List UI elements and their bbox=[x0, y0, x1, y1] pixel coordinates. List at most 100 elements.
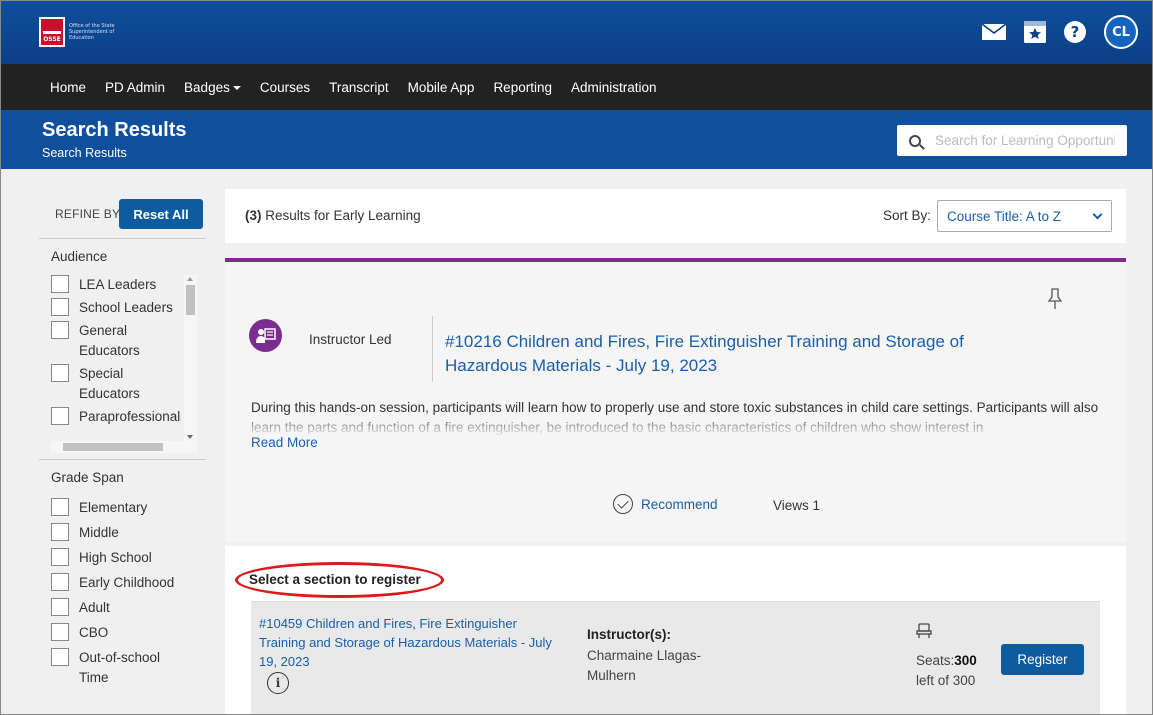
audience-checkbox[interactable] bbox=[51, 407, 69, 425]
grade-checkbox[interactable] bbox=[51, 598, 69, 616]
grade-span-facet-title: Grade Span bbox=[51, 470, 124, 485]
instructor-led-icon bbox=[249, 319, 282, 352]
logo-mark: OSSE bbox=[39, 17, 65, 47]
checkbox-label: Elementary bbox=[79, 500, 148, 515]
audience-checkbox[interactable] bbox=[51, 298, 69, 316]
checkbox-label: Paraprofessionals bbox=[79, 409, 181, 424]
sort-select[interactable]: Course Title: A to Z bbox=[937, 200, 1112, 232]
nav-reporting[interactable]: Reporting bbox=[493, 80, 552, 95]
audience-list: LEA Leaders School Leaders General Educa… bbox=[51, 275, 181, 445]
chevron-down-icon bbox=[1092, 209, 1103, 220]
scroll-thumb[interactable] bbox=[186, 285, 195, 315]
scroll-down-icon bbox=[187, 435, 193, 439]
checkbox-label: School Leaders bbox=[79, 300, 173, 315]
course-description: During this hands-on session, participan… bbox=[251, 398, 1111, 436]
calendar-star-icon[interactable] bbox=[1024, 21, 1046, 43]
register-button[interactable]: Register bbox=[1001, 644, 1084, 675]
checkbox-label: High School bbox=[79, 550, 152, 565]
top-icons: ? CL bbox=[981, 15, 1138, 49]
audience-facet-title: Audience bbox=[51, 249, 108, 264]
pin-icon[interactable] bbox=[1047, 288, 1063, 314]
nav-courses[interactable]: Courses bbox=[260, 80, 310, 95]
audience-checkbox[interactable] bbox=[51, 275, 69, 293]
checkbox-label: Adult bbox=[79, 600, 110, 615]
app-frame: OSSE Office of the State Superintendent … bbox=[0, 0, 1153, 715]
section-title-link[interactable]: #10459 Children and Fires, Fire Extingui… bbox=[259, 614, 559, 671]
search-box bbox=[897, 125, 1127, 156]
checkbox-label: Special Educators bbox=[79, 366, 140, 401]
checkbox-label: LEA Leaders bbox=[79, 277, 157, 292]
seats-prefix: Seats: bbox=[916, 653, 955, 668]
section-row: #10459 Children and Fires, Fire Extingui… bbox=[251, 601, 1100, 714]
recommend-button[interactable]: Recommend bbox=[613, 494, 718, 514]
refine-header: REFINE BY Reset All bbox=[39, 189, 206, 239]
refine-label: REFINE BY bbox=[55, 206, 121, 221]
results-query: Results for Early Learning bbox=[265, 208, 421, 223]
help-icon[interactable]: ? bbox=[1064, 21, 1086, 43]
grade-checkbox[interactable] bbox=[51, 548, 69, 566]
caret-down-icon bbox=[232, 85, 241, 90]
search-icon bbox=[909, 134, 921, 147]
nav-pd-admin[interactable]: PD Admin bbox=[105, 80, 165, 95]
osse-logo[interactable]: OSSE Office of the State Superintendent … bbox=[39, 17, 129, 47]
audience-checkbox[interactable] bbox=[51, 364, 69, 382]
grade-span-list: Elementary Middle High School Early Chil… bbox=[51, 496, 198, 688]
top-bar: OSSE Office of the State Superintendent … bbox=[1, 1, 1152, 64]
breadcrumb: Search Results bbox=[42, 146, 127, 160]
instructor-label: Instructor(s): bbox=[587, 627, 671, 642]
course-type-label: Instructor Led bbox=[309, 332, 392, 347]
page-title: Search Results bbox=[42, 119, 187, 141]
grade-checkbox[interactable] bbox=[51, 523, 69, 541]
audience-vertical-scrollbar[interactable] bbox=[184, 275, 197, 441]
audience-checkbox[interactable] bbox=[51, 321, 69, 339]
scroll-thumb[interactable] bbox=[63, 443, 163, 451]
recommend-label: Recommend bbox=[641, 496, 718, 512]
logo-abbr: OSSE bbox=[43, 36, 61, 43]
grade-checkbox[interactable] bbox=[51, 498, 69, 516]
grade-checkbox[interactable] bbox=[51, 648, 69, 666]
reset-all-button[interactable]: Reset All bbox=[119, 199, 203, 229]
divider bbox=[432, 316, 433, 382]
logo-org-text: Office of the State Superintendent of Ed… bbox=[69, 23, 115, 41]
nav-mobile-app[interactable]: Mobile App bbox=[408, 80, 475, 95]
audience-horizontal-scrollbar[interactable] bbox=[51, 441, 197, 453]
list-item: Elementary bbox=[51, 498, 198, 518]
list-item: Out-of-school Time bbox=[51, 648, 198, 688]
course-title-link[interactable]: #10216 Children and Fires, Fire Extingui… bbox=[445, 330, 1045, 378]
seats-count: 300 bbox=[954, 653, 977, 668]
seats-suffix: left of 300 bbox=[916, 673, 976, 688]
list-item: Early Childhood bbox=[51, 573, 198, 593]
scroll-up-icon bbox=[187, 277, 193, 281]
results-number: (3) bbox=[245, 208, 262, 223]
grade-checkbox[interactable] bbox=[51, 623, 69, 641]
info-icon[interactable]: i bbox=[267, 672, 289, 694]
list-item: School Leaders bbox=[51, 298, 181, 318]
nav-administration[interactable]: Administration bbox=[571, 80, 657, 95]
section-area: Select a section to register #10459 Chil… bbox=[225, 546, 1126, 714]
views-count: Views 1 bbox=[773, 498, 821, 513]
list-item: Middle bbox=[51, 523, 198, 543]
nav-transcript[interactable]: Transcript bbox=[329, 80, 389, 95]
nav-badges-label: Badges bbox=[184, 79, 230, 95]
seat-icon bbox=[916, 623, 932, 643]
audience-facet: LEA Leaders School Leaders General Educa… bbox=[51, 275, 198, 453]
search-input[interactable] bbox=[935, 133, 1115, 148]
checkbox-label: General Educators bbox=[79, 323, 140, 358]
grade-checkbox[interactable] bbox=[51, 573, 69, 591]
mail-icon[interactable] bbox=[981, 23, 1007, 40]
list-item: High School bbox=[51, 548, 198, 568]
nav-home[interactable]: Home bbox=[50, 80, 86, 95]
sort-label: Sort By: bbox=[883, 208, 932, 223]
list-item: CBO bbox=[51, 623, 198, 643]
nav-badges[interactable]: Badges bbox=[184, 80, 241, 95]
user-avatar[interactable]: CL bbox=[1104, 15, 1138, 49]
list-item: Adult bbox=[51, 598, 198, 618]
title-band: Search Results Search Results bbox=[1, 110, 1152, 169]
instructor-name: Charmaine Llagas-Mulhern bbox=[587, 648, 702, 683]
checkbox-label: Out-of-school Time bbox=[79, 650, 161, 685]
annotation-circle bbox=[235, 562, 444, 598]
read-more-link[interactable]: Read More bbox=[251, 435, 318, 450]
seats-available: Seats:300 left of 300 bbox=[916, 651, 977, 691]
check-circle-icon bbox=[613, 494, 633, 514]
checkbox-label: CBO bbox=[79, 625, 109, 640]
